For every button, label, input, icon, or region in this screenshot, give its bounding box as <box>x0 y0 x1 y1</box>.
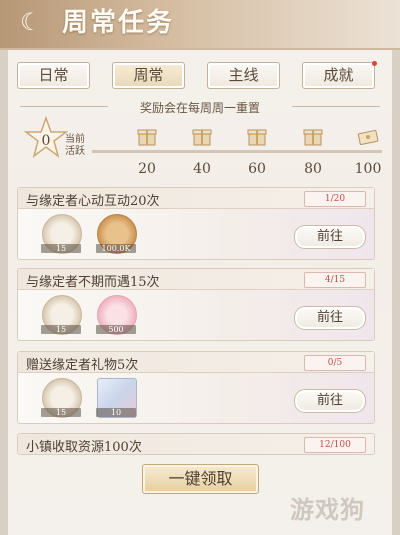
task-name: 小镇收取资源100次 <box>26 440 142 455</box>
activity-track <box>92 150 382 153</box>
task-header: 赠送缘定者礼物5次 0/5 <box>18 352 374 373</box>
go-button[interactable]: 前往 <box>294 389 366 413</box>
task-header: 小镇收取资源100次 12/100 <box>18 434 374 455</box>
reward-count: 15 <box>41 325 81 334</box>
milestone-label: 40 <box>193 161 211 177</box>
milestone-label: 80 <box>304 161 322 177</box>
reset-note: 奖励会在每周周一重置 <box>139 101 260 115</box>
task-progress: 1/20 <box>304 191 366 207</box>
reward-count: 15 <box>41 408 81 417</box>
task-progress: 4/15 <box>304 272 366 288</box>
claim-all-button[interactable]: 一键领取 <box>142 464 259 494</box>
tab-bar: 日常 周常 主线 成就 <box>17 61 383 89</box>
milestone-label: 20 <box>138 161 156 177</box>
notification-dot <box>372 61 377 66</box>
task-header: 与缘定者心动互动20次 1/20 <box>18 188 374 209</box>
task-name: 与缘定者心动互动20次 <box>26 194 160 209</box>
tab-daily[interactable]: 日常 <box>17 62 90 89</box>
task-name: 与缘定者不期而遇15次 <box>26 275 160 290</box>
milestone-label: 60 <box>248 161 266 177</box>
go-button[interactable]: 前往 <box>294 225 366 249</box>
activity-label: 当前活跃 <box>65 134 85 157</box>
tab-weekly[interactable]: 周常 <box>112 62 185 89</box>
reward-count: 500 <box>96 325 136 334</box>
moon-icon: ☾ <box>20 8 42 36</box>
task-progress: 0/5 <box>304 355 366 371</box>
activity-value: 0 <box>41 133 51 149</box>
task-header: 与缘定者不期而遇15次 4/15 <box>18 269 374 290</box>
task-name: 赠送缘定者礼物5次 <box>26 358 139 373</box>
tab-achievement-label: 成就 <box>323 66 354 84</box>
gift-box-icon[interactable] <box>302 125 324 147</box>
watermark: 游戏狗 <box>290 495 365 524</box>
reward-count: 100.0K <box>96 244 136 253</box>
task-card: 小镇收取资源100次 12/100 <box>17 433 375 455</box>
gift-box-icon[interactable] <box>246 125 268 147</box>
task-card: 赠送缘定者礼物5次 0/5 15 10 前往 <box>17 351 375 424</box>
gift-box-icon[interactable] <box>191 125 213 147</box>
ticket-gift-icon[interactable] <box>357 125 379 147</box>
header-bar: ☾ 周常任务 <box>0 0 400 50</box>
task-progress: 12/100 <box>304 437 366 453</box>
task-card: 与缘定者心动互动20次 1/20 15 100.0K 前往 <box>17 187 375 260</box>
task-card: 与缘定者不期而遇15次 4/15 15 500 前往 <box>17 268 375 341</box>
milestone-label: 100 <box>354 161 382 177</box>
go-button[interactable]: 前往 <box>294 306 366 330</box>
reward-count: 10 <box>96 408 136 417</box>
tab-achievement[interactable]: 成就 <box>302 61 377 89</box>
page-title: 周常任务 <box>62 8 175 38</box>
gift-box-icon[interactable] <box>136 125 158 147</box>
reward-count: 15 <box>41 244 81 253</box>
tab-main[interactable]: 主线 <box>207 62 280 89</box>
